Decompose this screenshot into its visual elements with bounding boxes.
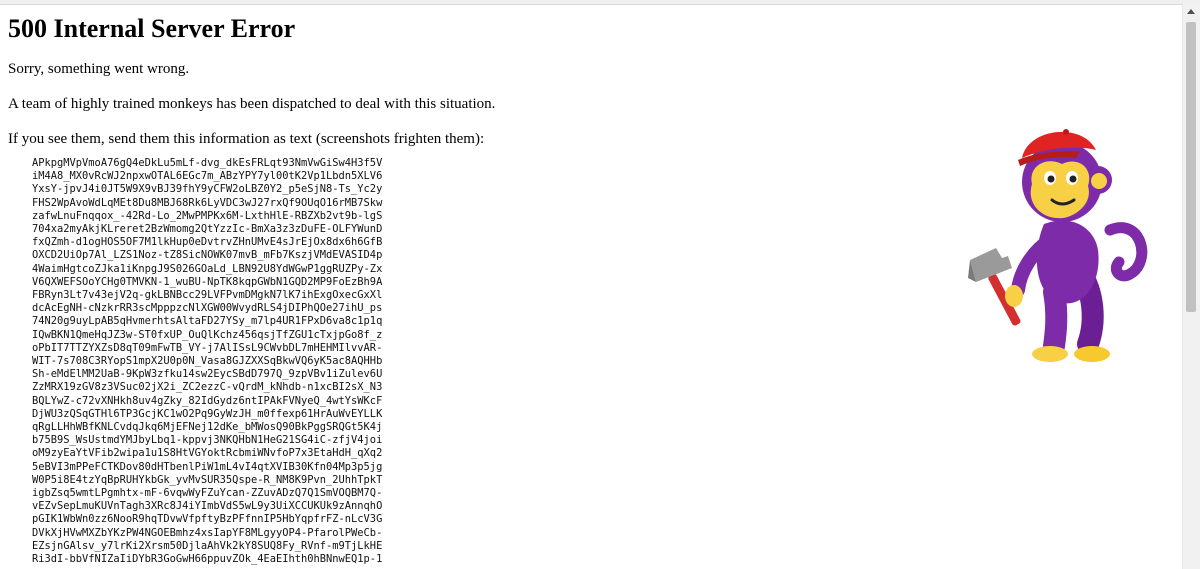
scrollbar-thumb[interactable] <box>1186 22 1196 312</box>
page-title: 500 Internal Server Error <box>8 14 296 43</box>
vertical-scrollbar[interactable] <box>1182 4 1200 569</box>
browser-viewport: 500 Internal Server Error Sorry, somethi… <box>0 0 1200 569</box>
scroll-up-arrow-icon[interactable] <box>1187 9 1195 14</box>
monkeys-message: A team of highly trained monkeys has bee… <box>8 96 496 112</box>
apology-message: Sorry, something went wrong. <box>8 61 190 77</box>
monkey-with-hammer-icon <box>968 129 1148 362</box>
